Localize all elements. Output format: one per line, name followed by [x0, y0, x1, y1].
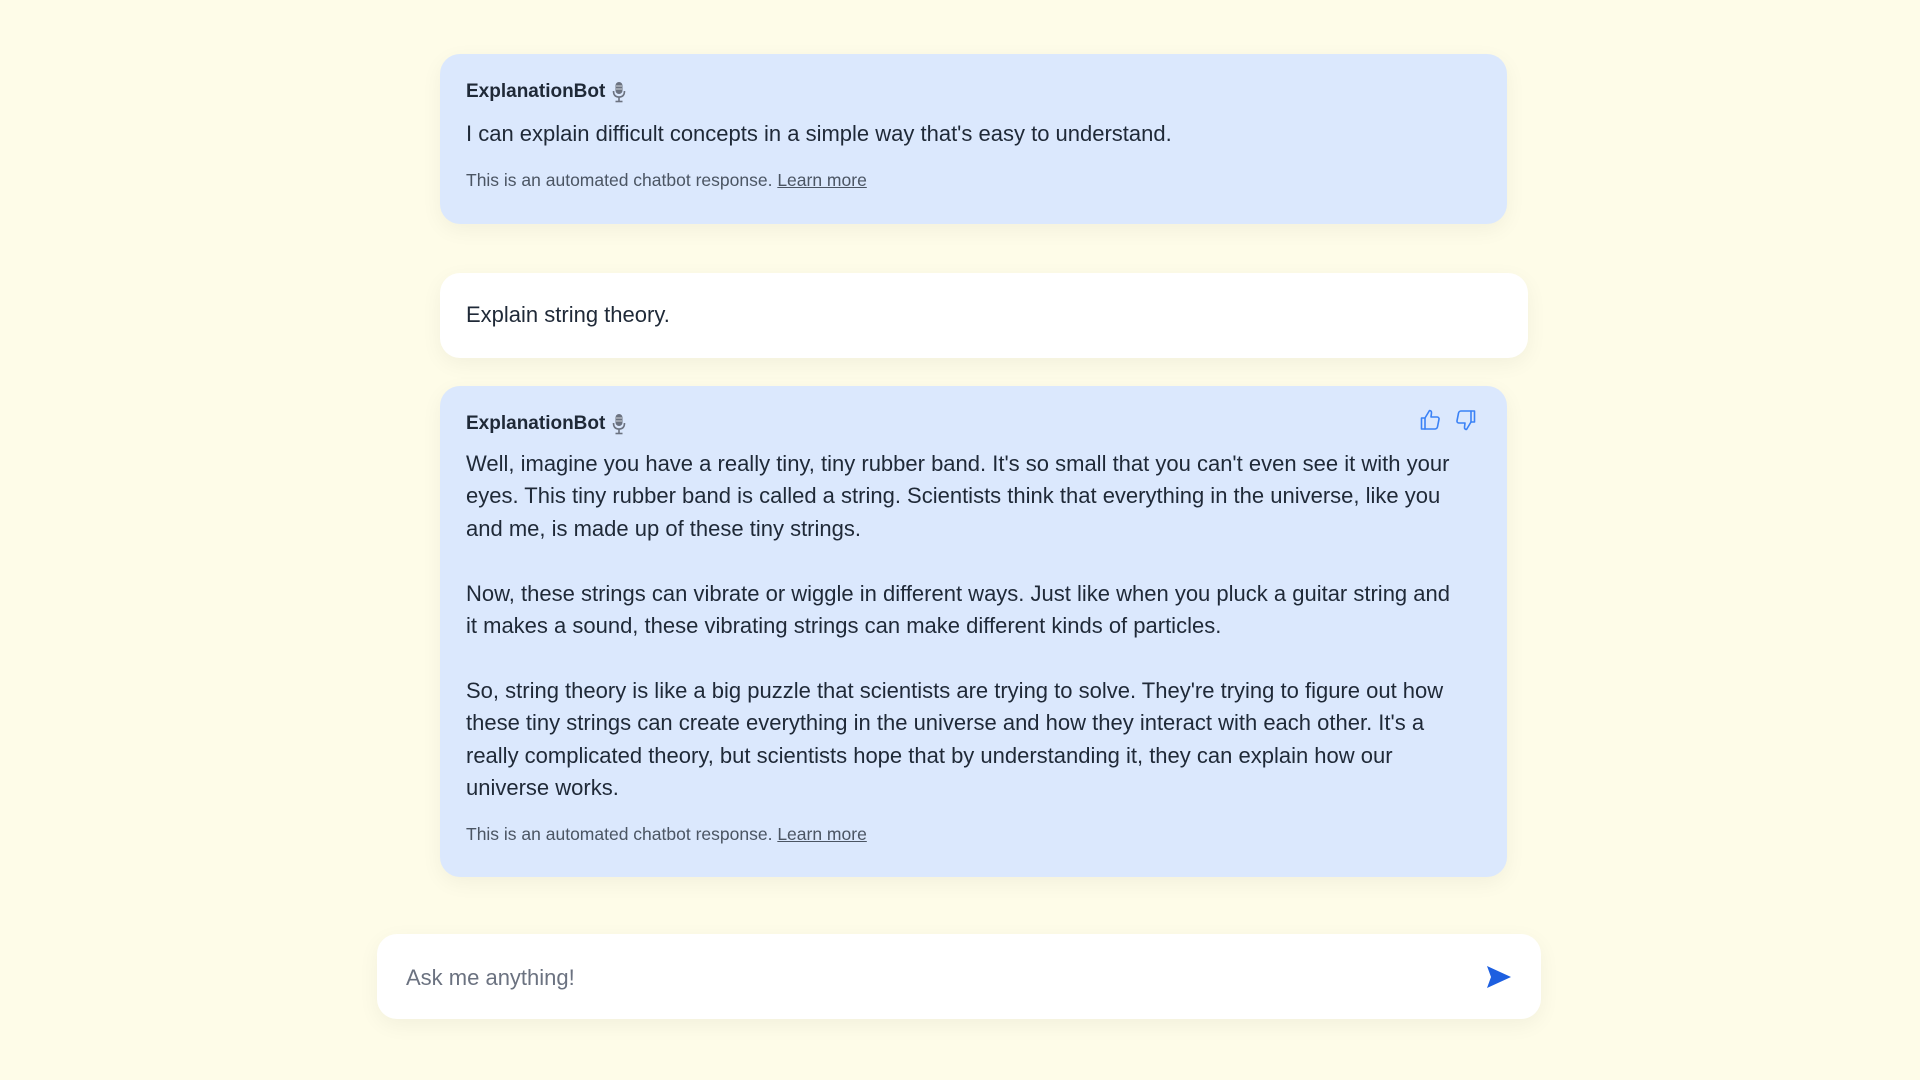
answer-paragraph-1: Well, imagine you have a really tiny, ti…: [466, 451, 1450, 541]
microphone-icon: [611, 81, 627, 103]
message-sender: ExplanationBot: [466, 413, 627, 435]
learn-more-link[interactable]: Learn more: [777, 170, 867, 190]
bot-disclaimer: This is an automated chatbot response. L…: [466, 170, 867, 191]
message-text: I can explain difficult concepts in a si…: [466, 121, 1172, 146]
answer-paragraph-2: Now, these strings can vibrate or wiggle…: [466, 581, 1450, 639]
message-sender: ExplanationBot: [466, 81, 627, 103]
answer-paragraph-3: So, string theory is like a big puzzle t…: [466, 678, 1444, 801]
bot-message: ExplanationBot I can explain difficult c…: [440, 54, 1507, 224]
message-text: Explain string theory.: [466, 302, 670, 327]
send-icon[interactable]: [1483, 962, 1515, 992]
thumbs-up-icon[interactable]: [1417, 407, 1443, 433]
learn-more-link[interactable]: Learn more: [777, 824, 867, 844]
sender-name: ExplanationBot: [466, 81, 606, 102]
bot-message: ExplanationBot Well, imagine you have a …: [440, 386, 1507, 877]
disclaimer-text: This is an automated chatbot response.: [466, 170, 773, 190]
message-composer: [377, 934, 1541, 1021]
feedback-actions: [1417, 407, 1479, 433]
user-message: Explain string theory.: [440, 273, 1528, 358]
sender-name: ExplanationBot: [466, 413, 606, 434]
chat-input[interactable]: [404, 934, 1458, 1021]
microphone-icon: [611, 413, 627, 435]
bot-disclaimer: This is an automated chatbot response. L…: [466, 824, 867, 845]
disclaimer-text: This is an automated chatbot response.: [466, 824, 773, 844]
thumbs-down-icon[interactable]: [1453, 407, 1479, 433]
